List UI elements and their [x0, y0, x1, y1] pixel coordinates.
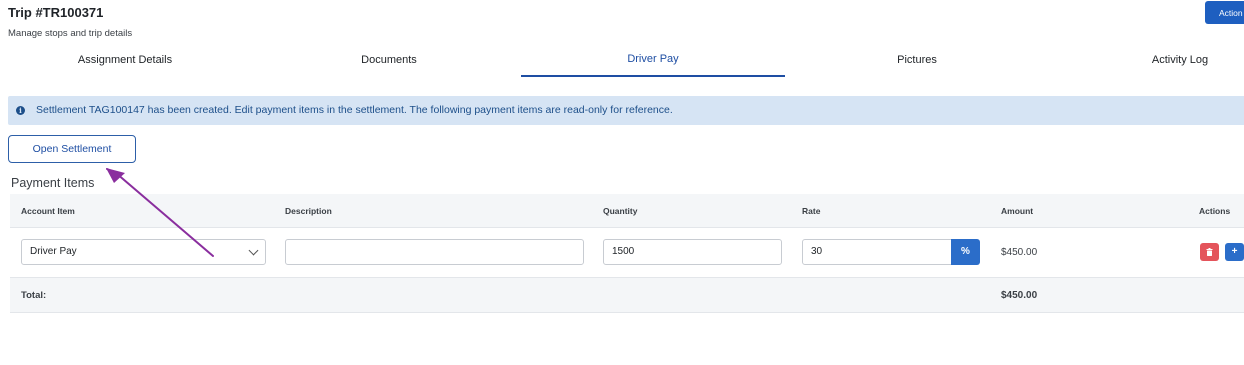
tab-documents[interactable]: Documents [264, 44, 514, 77]
account-item-value: Driver Pay [30, 246, 77, 257]
table-row: Driver Pay 1500 30 % $450.00 + [10, 228, 1244, 278]
amount-value: $450.00 [1001, 247, 1038, 258]
description-input[interactable] [285, 239, 584, 265]
total-row: Total: $450.00 [10, 278, 1244, 313]
tab-driver-pay[interactable]: Driver Pay [521, 44, 785, 77]
tab-activity-log[interactable]: Activity Log [1080, 44, 1244, 77]
column-header-quantity: Quantity [603, 206, 638, 216]
page-title: Trip #TR100371 [8, 5, 104, 20]
column-header-actions: Actions [1199, 206, 1231, 216]
account-item-select[interactable]: Driver Pay [21, 239, 266, 265]
add-row-button[interactable]: + [1225, 243, 1244, 261]
column-header-description: Description [285, 206, 332, 216]
delete-row-button[interactable] [1200, 243, 1219, 261]
total-label: Total: [21, 290, 47, 301]
action-button[interactable]: Action [1205, 1, 1244, 24]
section-title: Payment Items [11, 176, 95, 190]
open-settlement-button[interactable]: Open Settlement [8, 135, 136, 163]
tab-assignment-details[interactable]: Assignment Details [0, 44, 250, 77]
column-header-amount: Amount [1001, 206, 1034, 216]
settlement-alert: i Settlement TAG100147 has been created.… [8, 96, 1244, 125]
page-subtitle: Manage stops and trip details [8, 28, 133, 39]
trash-icon [1206, 248, 1213, 256]
total-value: $450.00 [1001, 290, 1038, 301]
tab-bar: Assignment Details Documents Driver Pay … [0, 44, 1244, 77]
info-icon: i [16, 106, 25, 115]
rate-input[interactable]: 30 [802, 239, 952, 265]
column-header-account-item: Account Item [21, 206, 75, 216]
rate-unit-button[interactable]: % [951, 239, 980, 265]
tab-pictures[interactable]: Pictures [792, 44, 1042, 77]
chevron-down-icon [248, 245, 259, 256]
alert-text: Settlement TAG100147 has been created. E… [36, 104, 673, 116]
table-header: Account Item Description Quantity Rate A… [10, 194, 1244, 228]
quantity-input[interactable]: 1500 [603, 239, 782, 265]
column-header-rate: Rate [802, 206, 821, 216]
